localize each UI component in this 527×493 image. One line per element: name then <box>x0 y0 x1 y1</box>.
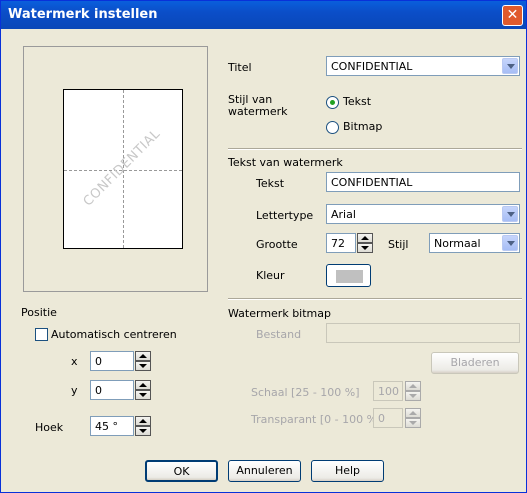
file-input[interactable] <box>326 323 520 343</box>
spin-down-icon[interactable] <box>135 361 151 371</box>
text-label: Tekst <box>256 177 285 190</box>
watermark-text-value: CONFIDENTIAL <box>331 176 413 189</box>
divider <box>228 298 522 300</box>
transparent-input[interactable]: 0 <box>373 408 403 428</box>
transparent-value: 0 <box>378 412 385 425</box>
style-text-radio[interactable] <box>326 96 339 109</box>
scale-value: 100 <box>378 385 399 398</box>
font-style-value: Normaal <box>434 237 481 250</box>
watermark-text-input[interactable]: CONFIDENTIAL <box>326 172 520 192</box>
close-icon: ✕ <box>506 7 519 23</box>
chevron-down-icon[interactable] <box>502 235 518 251</box>
divider <box>228 148 522 150</box>
help-button[interactable]: Help <box>311 460 384 482</box>
font-style-dropdown[interactable]: Normaal <box>429 233 520 253</box>
transparent-label: Transparant [0 - 100 %] <box>251 413 382 426</box>
angle-value: 45 ° <box>95 420 118 433</box>
scale-spinner[interactable] <box>405 381 421 401</box>
spin-down-icon[interactable] <box>405 418 421 428</box>
chevron-down-icon[interactable] <box>502 58 518 74</box>
title-dropdown-value: CONFIDENTIAL <box>331 60 413 73</box>
color-picker-button[interactable] <box>326 264 371 287</box>
spin-up-icon[interactable] <box>135 416 151 426</box>
angle-spinner[interactable] <box>135 416 151 436</box>
auto-center-label[interactable]: Automatisch centreren <box>51 328 177 341</box>
window-title: Watermerk instellen <box>8 7 158 22</box>
spin-down-icon[interactable] <box>357 243 373 253</box>
browse-button[interactable]: Bladeren <box>431 352 519 374</box>
spin-up-icon[interactable] <box>405 408 421 418</box>
text-section-heading: Tekst van watermerk <box>228 156 343 169</box>
preview-watermark-text: CONFIDENTIAL <box>80 126 164 210</box>
title-dropdown[interactable]: CONFIDENTIAL <box>326 56 520 76</box>
y-label: y <box>71 384 78 397</box>
auto-center-checkbox[interactable] <box>35 328 48 341</box>
x-value: 0 <box>95 355 102 368</box>
angle-label: Hoek <box>35 421 64 434</box>
angle-input[interactable]: 45 ° <box>90 416 134 436</box>
color-label: Kleur <box>256 269 285 282</box>
size-label: Grootte <box>256 238 298 251</box>
spin-down-icon[interactable] <box>135 426 151 436</box>
dialog-window: Watermerk instellen ✕ CONFIDENTIAL Titel… <box>0 0 527 493</box>
spin-up-icon[interactable] <box>135 380 151 390</box>
font-label: Lettertype <box>256 209 314 222</box>
position-heading: Positie <box>21 306 57 319</box>
y-value: 0 <box>95 384 102 397</box>
title-label: Titel <box>228 61 252 74</box>
spin-up-icon[interactable] <box>405 381 421 391</box>
transparent-spinner[interactable] <box>405 408 421 428</box>
chevron-down-icon[interactable] <box>502 206 518 222</box>
ok-button[interactable]: OK <box>145 460 218 482</box>
bitmap-section-heading: Watermerk bitmap <box>228 307 331 320</box>
y-spinner[interactable] <box>135 380 151 400</box>
x-label: x <box>71 355 78 368</box>
x-input[interactable]: 0 <box>90 351 134 371</box>
spin-down-icon[interactable] <box>405 391 421 401</box>
title-bar[interactable]: Watermerk instellen ✕ <box>1 1 526 29</box>
size-spinner[interactable] <box>357 233 373 253</box>
preview-page: CONFIDENTIAL <box>63 89 183 249</box>
style-bitmap-radio[interactable] <box>326 121 339 134</box>
spin-up-icon[interactable] <box>135 351 151 361</box>
x-spinner[interactable] <box>135 351 151 371</box>
file-label: Bestand <box>256 328 302 341</box>
style-text-label[interactable]: Tekst <box>343 95 371 108</box>
size-input[interactable]: 72 <box>326 233 356 253</box>
size-value: 72 <box>331 237 345 250</box>
cancel-button[interactable]: Annuleren <box>228 460 301 482</box>
y-input[interactable]: 0 <box>90 380 134 400</box>
close-button[interactable]: ✕ <box>502 5 523 26</box>
spin-down-icon[interactable] <box>135 390 151 400</box>
scale-label: Schaal [25 - 100 %] <box>251 386 360 399</box>
font-dropdown-value: Arial <box>331 208 356 221</box>
scale-input[interactable]: 100 <box>373 381 403 401</box>
color-swatch <box>335 269 364 284</box>
style-select-label: Stijl <box>388 238 409 251</box>
style-label: Stijl van watermerk <box>228 93 288 118</box>
font-dropdown[interactable]: Arial <box>326 204 520 224</box>
spin-up-icon[interactable] <box>357 233 373 243</box>
style-bitmap-label[interactable]: Bitmap <box>343 120 382 133</box>
